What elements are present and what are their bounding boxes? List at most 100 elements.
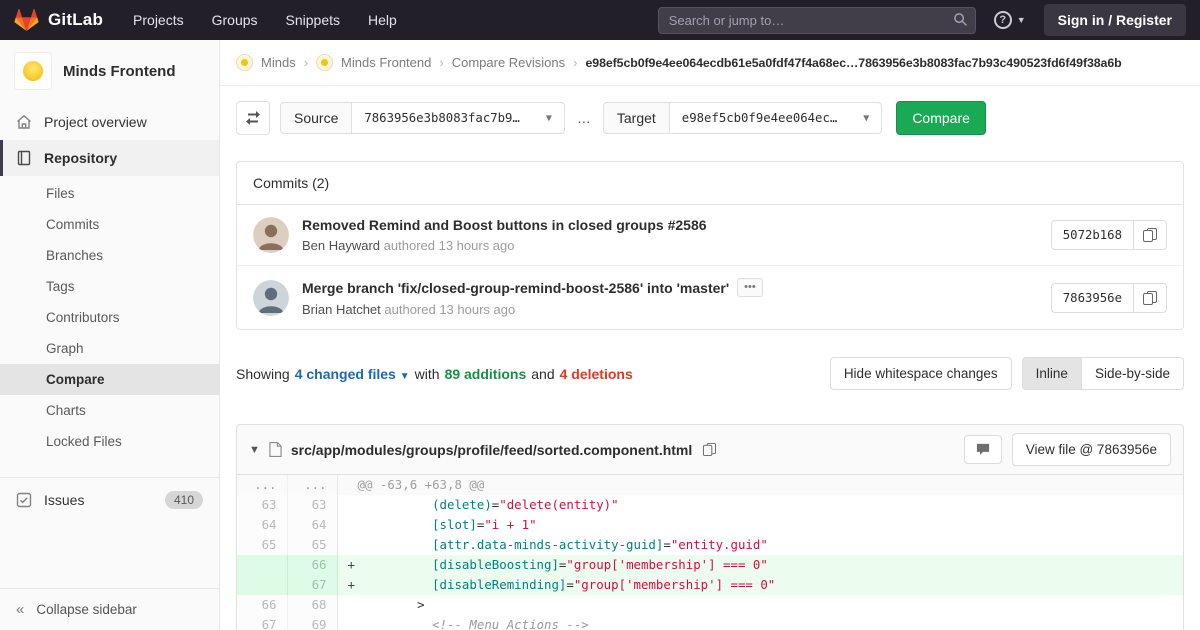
nav-help[interactable]: Help (368, 12, 397, 28)
target-ref-dropdown[interactable]: e98ef5cb0f9e4ee064ec… ▼ (668, 102, 883, 134)
main-content: Minds › Minds Frontend › Compare Revisio… (220, 0, 1200, 630)
old-line-number[interactable]: 66 (237, 595, 288, 615)
nav-snippets[interactable]: Snippets (286, 12, 340, 28)
compare-button[interactable]: Compare (896, 101, 986, 135)
commit-title-link[interactable]: Removed Remind and Boost buttons in clos… (302, 217, 707, 233)
old-line-number[interactable]: 63 (237, 495, 288, 515)
navbar-right: ? ▼ Sign in / Register (657, 4, 1186, 36)
home-icon (16, 114, 32, 130)
diff-stats-text: Showing 4 changed files ▼ with 89 additi… (236, 366, 633, 382)
sidebar-item-commits[interactable]: Commits (0, 209, 219, 240)
copy-sha-button[interactable] (1134, 282, 1167, 313)
side-by-side-view-button[interactable]: Side-by-side (1081, 357, 1184, 390)
new-line-number[interactable]: 67 (287, 575, 338, 595)
view-file-button[interactable]: View file @ 7863956e (1011, 433, 1171, 466)
changed-files-dropdown[interactable]: 4 changed files ▼ (295, 366, 410, 382)
new-line-number[interactable]: 64 (287, 515, 338, 535)
diff-file-header: ▼ src/app/modules/groups/profile/feed/so… (237, 425, 1183, 475)
sidebar-item-contributors[interactable]: Contributors (0, 302, 219, 333)
breadcrumb-project-link[interactable]: Minds Frontend (341, 55, 431, 70)
new-line-number[interactable]: 63 (287, 495, 338, 515)
gitlab-home-link[interactable]: GitLab (14, 8, 103, 32)
diff-line-add: 67 + [disableReminding]="group['membershi… (237, 575, 1183, 595)
sidebar-item-locked-files[interactable]: Locked Files (0, 426, 219, 457)
sidebar-item-label: Repository (44, 150, 118, 166)
help-dropdown[interactable]: ? ▼ (993, 11, 1026, 29)
sidebar-item-branches[interactable]: Branches (0, 240, 219, 271)
source-ref-dropdown[interactable]: 7863956e3b8083fac7b9… ▼ (351, 102, 565, 134)
copy-sha-button[interactable] (1134, 220, 1167, 250)
chevron-down-icon: ▼ (545, 112, 552, 124)
old-line-number[interactable] (237, 555, 288, 575)
commit-sha-link[interactable]: 7863956e (1050, 282, 1134, 313)
swap-arrows-icon (245, 110, 261, 126)
repository-submenu: Files Commits Branches Tags Contributors… (0, 176, 219, 467)
code-cell: <!-- Menu Actions --> (357, 617, 589, 630)
new-line-number: ... (287, 475, 338, 495)
breadcrumb-group-link[interactable]: Minds (261, 55, 296, 70)
target-input-group: Target e98ef5cb0f9e4ee064ec… ▼ (602, 102, 883, 134)
sidebar-item-files[interactable]: Files (0, 178, 219, 209)
collapse-sidebar-button[interactable]: « Collapse sidebar (0, 588, 219, 630)
nav-groups[interactable]: Groups (212, 12, 258, 28)
commit-author-link[interactable]: Brian Hatchet (302, 302, 381, 317)
project-avatar (14, 52, 52, 90)
new-line-number[interactable]: 69 (287, 615, 338, 630)
sidebar-item-graph[interactable]: Graph (0, 333, 219, 364)
new-line-number[interactable]: 68 (287, 595, 338, 615)
breadcrumb-separator: › (573, 55, 578, 70)
minds-logo-icon (241, 59, 248, 66)
sidebar-item-repository[interactable]: Repository (0, 140, 219, 176)
clipboard-icon (703, 443, 717, 456)
old-line-number[interactable]: 64 (237, 515, 288, 535)
diff-line-context: 63 63 (delete)="delete(entity)" (237, 495, 1183, 515)
diff-line-context: 64 64 [slot]="i + 1" (237, 515, 1183, 535)
nav-projects[interactable]: Projects (133, 12, 184, 28)
sidebar-item-tags[interactable]: Tags (0, 271, 219, 302)
search-input[interactable] (657, 6, 976, 34)
file-path-link[interactable]: src/app/modules/groups/profile/feed/sort… (291, 442, 692, 458)
diff-table: ...... @@ -63,6 +63,8 @@ 63 63 (delete)="de… (237, 475, 1183, 630)
project-context-header[interactable]: Minds Frontend (0, 40, 219, 104)
lightbulb-logo-icon (23, 61, 43, 81)
toggle-comments-button[interactable] (963, 435, 1002, 464)
sign-in-button[interactable]: Sign in / Register (1043, 4, 1186, 36)
copy-file-path-button[interactable] (701, 443, 718, 456)
showing-label: Showing (236, 365, 290, 382)
commit-title-link[interactable]: Merge branch 'fix/closed-group-remind-bo… (302, 280, 729, 296)
commit-sha-link[interactable]: 5072b168 (1050, 220, 1134, 250)
commit-author-link[interactable]: Ben Hayward (302, 238, 380, 253)
old-line-number[interactable]: 67 (237, 615, 288, 630)
breadcrumb-separator: › (439, 55, 444, 70)
new-line-number[interactable]: 65 (287, 535, 338, 555)
help-icon: ? (993, 11, 1012, 29)
clipboard-icon (1143, 228, 1157, 242)
deletions-count: 4 deletions (559, 365, 633, 382)
commit-info: Removed Remind and Boost buttons in clos… (302, 217, 1051, 253)
code-cell: > (357, 597, 425, 612)
chevron-down-icon: ▼ (399, 370, 410, 382)
diff-table-body: ...... @@ -63,6 +63,8 @@ 63 63 (delete)="de… (237, 475, 1183, 630)
sidebar-item-issues[interactable]: Issues 410 (0, 477, 219, 522)
hide-whitespace-button[interactable]: Hide whitespace changes (829, 357, 1012, 390)
commits-panel: Commits (2) Removed Remind and Boost but… (236, 161, 1184, 330)
sidebar-item-charts[interactable]: Charts (0, 395, 219, 426)
old-line-number[interactable] (237, 575, 288, 595)
search-icon (953, 12, 968, 27)
breadcrumb-compare-link[interactable]: Compare Revisions (452, 55, 565, 70)
with-label: with (414, 365, 440, 382)
sidebar-item-compare[interactable]: Compare (0, 364, 219, 395)
new-line-number[interactable]: 66 (287, 555, 338, 575)
sidebar-item-label: Project overview (44, 114, 147, 130)
expand-commit-description-button[interactable]: ••• (737, 278, 763, 297)
range-separator: … (576, 110, 591, 126)
commit-row: Merge branch 'fix/closed-group-remind-bo… (237, 266, 1183, 329)
collapse-diff-icon[interactable]: ▼ (249, 444, 260, 456)
project-sidebar: Minds Frontend Project overview Reposito… (0, 40, 220, 630)
sidebar-item-project-overview[interactable]: Project overview (0, 104, 219, 140)
swap-revisions-button[interactable] (236, 101, 270, 135)
old-line-number[interactable]: 65 (237, 535, 288, 555)
inline-view-button[interactable]: Inline (1021, 357, 1082, 390)
compare-form: Source 7863956e3b8083fac7b9… ▼ … Target … (220, 86, 1200, 149)
comment-bubble-icon (975, 442, 991, 457)
